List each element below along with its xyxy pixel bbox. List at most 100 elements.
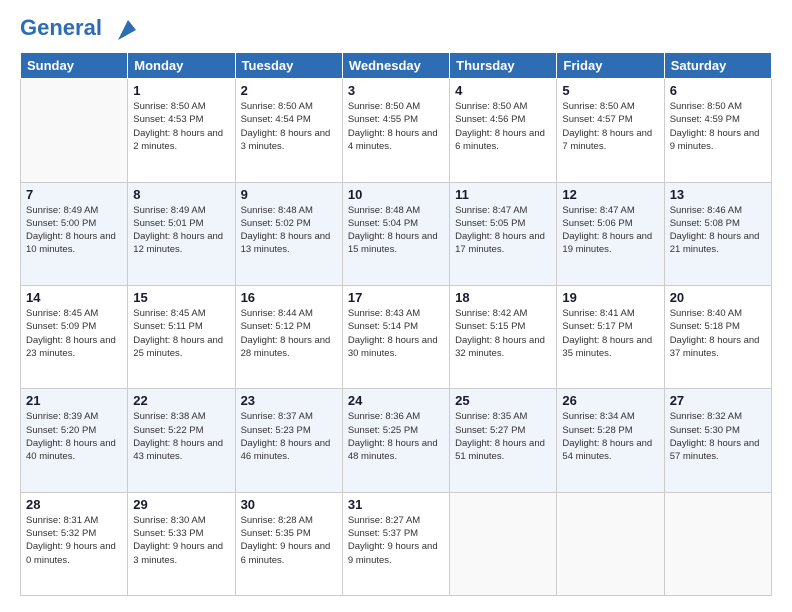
day-number: 31	[348, 497, 444, 512]
day-number: 17	[348, 290, 444, 305]
day-number: 24	[348, 393, 444, 408]
day-number: 7	[26, 187, 122, 202]
calendar-cell: 15 Sunrise: 8:45 AMSunset: 5:11 PMDayligh…	[128, 285, 235, 388]
day-info: Sunrise: 8:41 AMSunset: 5:17 PMDaylight:…	[562, 307, 658, 360]
day-info: Sunrise: 8:35 AMSunset: 5:27 PMDaylight:…	[455, 410, 551, 463]
weekday-header-monday: Monday	[128, 53, 235, 79]
day-number: 19	[562, 290, 658, 305]
day-number: 11	[455, 187, 551, 202]
day-number: 18	[455, 290, 551, 305]
calendar-cell: 8 Sunrise: 8:49 AMSunset: 5:01 PMDaylight…	[128, 182, 235, 285]
day-number: 28	[26, 497, 122, 512]
calendar-cell: 24Sunrise: 8:36 AMSunset: 5:25 PMDayligh…	[342, 389, 449, 492]
day-number: 8	[133, 187, 229, 202]
day-number: 5	[562, 83, 658, 98]
day-info: Sunrise: 8:49 AMSunset: 5:01 PMDaylight:…	[133, 204, 229, 257]
day-info: Sunrise: 8:45 AMSunset: 5:11 PMDaylight:…	[133, 307, 229, 360]
day-info: Sunrise: 8:43 AMSunset: 5:14 PMDaylight:…	[348, 307, 444, 360]
day-number: 25	[455, 393, 551, 408]
calendar-cell: 14 Sunrise: 8:45 AMSunset: 5:09 PMDayligh…	[21, 285, 128, 388]
calendar-cell: 13 Sunrise: 8:46 AMSunset: 5:08 PMDayligh…	[664, 182, 771, 285]
calendar-cell: 22Sunrise: 8:38 AMSunset: 5:22 PMDayligh…	[128, 389, 235, 492]
day-info: Sunrise: 8:39 AMSunset: 5:20 PMDaylight:…	[26, 410, 122, 463]
calendar-cell: 3 Sunrise: 8:50 AMSunset: 4:55 PMDaylight…	[342, 79, 449, 182]
day-info: Sunrise: 8:45 AMSunset: 5:09 PMDaylight:…	[26, 307, 122, 360]
day-number: 9	[241, 187, 337, 202]
calendar-cell: 31 Sunrise: 8:27 AMSunset: 5:37 PMDayligh…	[342, 492, 449, 595]
calendar-cell: 1 Sunrise: 8:50 AMSunset: 4:53 PMDaylight…	[128, 79, 235, 182]
week-row-0: 1 Sunrise: 8:50 AMSunset: 4:53 PMDaylight…	[21, 79, 772, 182]
calendar-cell: 26Sunrise: 8:34 AMSunset: 5:28 PMDayligh…	[557, 389, 664, 492]
weekday-header-friday: Friday	[557, 53, 664, 79]
day-number: 4	[455, 83, 551, 98]
day-info: Sunrise: 8:46 AMSunset: 5:08 PMDaylight:…	[670, 204, 766, 257]
calendar-cell: 25 Sunrise: 8:35 AMSunset: 5:27 PMDayligh…	[450, 389, 557, 492]
day-info: Sunrise: 8:34 AMSunset: 5:28 PMDaylight:…	[562, 410, 658, 463]
calendar-cell: 5 Sunrise: 8:50 AMSunset: 4:57 PMDaylight…	[557, 79, 664, 182]
calendar-cell: 12Sunrise: 8:47 AMSunset: 5:06 PMDayligh…	[557, 182, 664, 285]
day-number: 6	[670, 83, 766, 98]
calendar-cell: 16 Sunrise: 8:44 AMSunset: 5:12 PMDayligh…	[235, 285, 342, 388]
day-number: 14	[26, 290, 122, 305]
calendar-cell: 27Sunrise: 8:32 AMSunset: 5:30 PMDayligh…	[664, 389, 771, 492]
calendar-cell: 18 Sunrise: 8:42 AMSunset: 5:15 PMDayligh…	[450, 285, 557, 388]
day-info: Sunrise: 8:44 AMSunset: 5:12 PMDaylight:…	[241, 307, 337, 360]
weekday-header-saturday: Saturday	[664, 53, 771, 79]
day-info: Sunrise: 8:50 AMSunset: 4:55 PMDaylight:…	[348, 100, 444, 153]
day-info: Sunrise: 8:50 AMSunset: 4:53 PMDaylight:…	[133, 100, 229, 153]
day-number: 20	[670, 290, 766, 305]
calendar-cell	[557, 492, 664, 595]
week-row-2: 14 Sunrise: 8:45 AMSunset: 5:09 PMDayligh…	[21, 285, 772, 388]
calendar-cell: 10Sunrise: 8:48 AMSunset: 5:04 PMDayligh…	[342, 182, 449, 285]
calendar-cell: 28 Sunrise: 8:31 AMSunset: 5:32 PMDayligh…	[21, 492, 128, 595]
day-number: 3	[348, 83, 444, 98]
day-number: 29	[133, 497, 229, 512]
day-info: Sunrise: 8:30 AMSunset: 5:33 PMDaylight:…	[133, 514, 229, 567]
calendar-cell: 20Sunrise: 8:40 AMSunset: 5:18 PMDayligh…	[664, 285, 771, 388]
day-info: Sunrise: 8:49 AMSunset: 5:00 PMDaylight:…	[26, 204, 122, 257]
weekday-header-thursday: Thursday	[450, 53, 557, 79]
weekday-header-wednesday: Wednesday	[342, 53, 449, 79]
week-row-4: 28 Sunrise: 8:31 AMSunset: 5:32 PMDayligh…	[21, 492, 772, 595]
day-number: 15	[133, 290, 229, 305]
logo-text: General	[20, 16, 136, 42]
weekday-header-sunday: Sunday	[21, 53, 128, 79]
calendar-cell: 19 Sunrise: 8:41 AMSunset: 5:17 PMDayligh…	[557, 285, 664, 388]
day-number: 30	[241, 497, 337, 512]
day-info: Sunrise: 8:50 AMSunset: 4:56 PMDaylight:…	[455, 100, 551, 153]
day-number: 1	[133, 83, 229, 98]
calendar-cell	[450, 492, 557, 595]
calendar-cell: 21 Sunrise: 8:39 AMSunset: 5:20 PMDayligh…	[21, 389, 128, 492]
day-number: 13	[670, 187, 766, 202]
calendar-cell	[21, 79, 128, 182]
day-number: 23	[241, 393, 337, 408]
day-number: 2	[241, 83, 337, 98]
day-info: Sunrise: 8:37 AMSunset: 5:23 PMDaylight:…	[241, 410, 337, 463]
day-info: Sunrise: 8:50 AMSunset: 4:59 PMDaylight:…	[670, 100, 766, 153]
day-info: Sunrise: 8:47 AMSunset: 5:05 PMDaylight:…	[455, 204, 551, 257]
calendar-cell: 4 Sunrise: 8:50 AMSunset: 4:56 PMDaylight…	[450, 79, 557, 182]
day-number: 21	[26, 393, 122, 408]
day-number: 27	[670, 393, 766, 408]
day-info: Sunrise: 8:50 AMSunset: 4:54 PMDaylight:…	[241, 100, 337, 153]
calendar-cell	[664, 492, 771, 595]
day-info: Sunrise: 8:42 AMSunset: 5:15 PMDaylight:…	[455, 307, 551, 360]
logo: General	[20, 16, 136, 42]
day-number: 16	[241, 290, 337, 305]
page: General SundayMondayTuesdayWednesdayThur…	[0, 0, 792, 612]
calendar-cell: 17 Sunrise: 8:43 AMSunset: 5:14 PMDayligh…	[342, 285, 449, 388]
calendar-cell: 2 Sunrise: 8:50 AMSunset: 4:54 PMDaylight…	[235, 79, 342, 182]
week-row-1: 7 Sunrise: 8:49 AMSunset: 5:00 PMDaylight…	[21, 182, 772, 285]
day-info: Sunrise: 8:38 AMSunset: 5:22 PMDaylight:…	[133, 410, 229, 463]
day-info: Sunrise: 8:47 AMSunset: 5:06 PMDaylight:…	[562, 204, 658, 257]
calendar-cell: 7 Sunrise: 8:49 AMSunset: 5:00 PMDaylight…	[21, 182, 128, 285]
weekday-header-tuesday: Tuesday	[235, 53, 342, 79]
calendar-cell: 30Sunrise: 8:28 AMSunset: 5:35 PMDayligh…	[235, 492, 342, 595]
header: General	[20, 16, 772, 42]
day-info: Sunrise: 8:50 AMSunset: 4:57 PMDaylight:…	[562, 100, 658, 153]
day-info: Sunrise: 8:27 AMSunset: 5:37 PMDaylight:…	[348, 514, 444, 567]
day-info: Sunrise: 8:31 AMSunset: 5:32 PMDaylight:…	[26, 514, 122, 567]
calendar-cell: 9 Sunrise: 8:48 AMSunset: 5:02 PMDaylight…	[235, 182, 342, 285]
day-info: Sunrise: 8:48 AMSunset: 5:04 PMDaylight:…	[348, 204, 444, 257]
day-info: Sunrise: 8:48 AMSunset: 5:02 PMDaylight:…	[241, 204, 337, 257]
